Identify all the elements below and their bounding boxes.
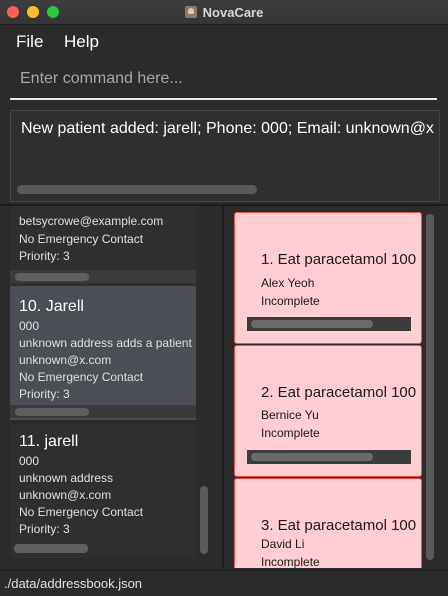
patient-priority: Priority: 3 [19,387,70,401]
card-horizontal-scrollbar[interactable] [15,273,89,281]
menu-file[interactable]: File [16,32,43,52]
patient-list-vertical-scrollbar[interactable] [200,486,208,554]
patient-card-selected[interactable]: 10. Jarell 000 unknown address adds a pa… [10,286,196,420]
command-input[interactable] [20,70,420,88]
task-title: 3. Eat paracetamol 100 [261,517,417,534]
task-patient: David Li [261,537,305,551]
patient-list[interactable]: betsycrowe@example.com No Emergency Cont… [10,206,196,558]
patient-priority: Priority: 3 [19,522,70,536]
task-scrollbar-track [247,317,411,331]
result-display: New patient added: jarell; Phone: 000; E… [10,110,440,202]
patient-emergency-contact: No Emergency Contact [19,232,144,246]
patient-list-panel: betsycrowe@example.com No Emergency Cont… [0,206,222,568]
task-list-vertical-scrollbar[interactable] [426,214,434,560]
result-horizontal-scrollbar[interactable] [17,185,257,194]
patient-email: betsycrowe@example.com [19,214,164,228]
patient-name: 10. Jarell [19,298,84,315]
task-card[interactable]: 2. Eat paracetamol 100 Bernice Yu Incomp… [234,345,422,477]
task-title: 1. Eat paracetamol 100 [261,251,417,268]
patient-email: unknown@x.com [19,353,112,367]
patient-email: unknown@x.com [19,488,112,502]
title-bar: NovaCare [0,0,448,25]
save-location: ./data/addressbook.json [4,576,143,591]
patient-priority: Priority: 3 [19,249,70,263]
task-scrollbar-track [247,450,411,464]
task-patient: Bernice Yu [261,408,319,422]
task-horizontal-scrollbar[interactable] [251,320,373,328]
task-title: 2. Eat paracetamol 100 [261,384,417,401]
result-text: New patient added: jarell; Phone: 000; E… [21,120,434,137]
menu-bar: File Help [0,25,448,58]
card-scrollbar-track [10,270,196,283]
list-horizontal-scrollbar[interactable] [14,544,88,553]
task-list-panel: 1. Eat paracetamol 100 Alex Yeoh Incompl… [224,206,448,568]
task-patient: Alex Yeoh [261,276,315,290]
patient-phone: 000 [19,319,40,333]
patient-name: 11. jarell [19,433,79,450]
patient-address: unknown address [19,471,114,485]
menu-help[interactable]: Help [64,32,99,52]
task-card[interactable]: 3. Eat paracetamol 100 David Li Incomple… [234,478,422,568]
task-horizontal-scrollbar[interactable] [251,453,373,461]
card-scrollbar-track [10,405,196,418]
command-box [10,62,437,100]
app-icon [184,6,197,18]
patient-phone: 000 [19,454,40,468]
patient-card[interactable]: betsycrowe@example.com No Emergency Cont… [10,206,196,286]
patient-emergency-contact: No Emergency Contact [19,505,144,519]
task-status: Incomplete [261,294,320,308]
patient-card[interactable]: 11. jarell 000 unknown address unknown@x… [10,424,196,558]
window-title: NovaCare [202,4,264,20]
task-status: Incomplete [261,555,320,568]
task-status: Incomplete [261,426,320,440]
task-card[interactable]: 1. Eat paracetamol 100 Alex Yeoh Incompl… [234,212,422,344]
patient-address: unknown address adds a patient [19,336,192,350]
status-bar: ./data/addressbook.json [0,570,448,596]
card-horizontal-scrollbar[interactable] [15,408,89,416]
patient-emergency-contact: No Emergency Contact [19,370,144,384]
